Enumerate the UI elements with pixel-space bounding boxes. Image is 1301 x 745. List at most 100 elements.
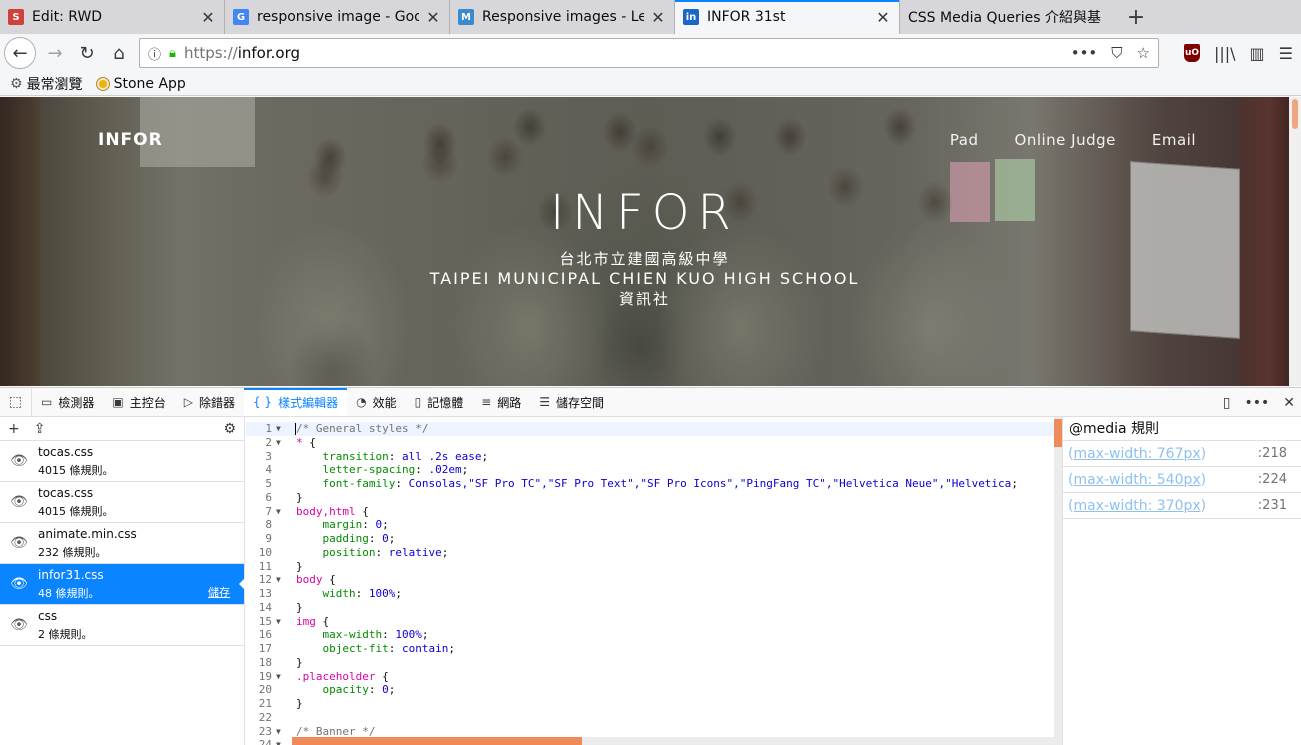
save-stylesheet-link[interactable]: 儲存	[208, 584, 230, 600]
page-scrollbar-thumb[interactable]	[1292, 99, 1298, 129]
fold-toggle-icon[interactable]: ▼	[276, 725, 286, 739]
hero-school-en: TAIPEI MUNICIPAL CHIEN KUO HIGH SCHOOL	[429, 269, 860, 288]
visibility-eye-icon[interactable]: 👁︎	[0, 453, 38, 469]
devtools-tab-inspector[interactable]: ▭ 檢測器	[32, 388, 103, 416]
code-line: 3 transition: all .2s ease;	[246, 450, 1054, 464]
devtools-tab-network[interactable]: ≡ 網路	[472, 388, 530, 416]
stylesheet-item[interactable]: 👁︎ infor31.css 48 條規則。 儲存	[0, 564, 245, 605]
bookmark-most-visited[interactable]: ⚙ 最常瀏覽	[10, 74, 83, 94]
fold-toggle-icon[interactable]: ▼	[276, 573, 286, 587]
tab-close-icon[interactable]: ✕	[875, 8, 891, 27]
code-text: }	[296, 490, 303, 504]
visibility-eye-icon[interactable]: 👁︎	[0, 617, 38, 633]
media-rule-row[interactable]: (max-width: 370px):231	[1063, 493, 1301, 519]
stylesheet-item[interactable]: 👁︎ tocas.css 4015 條規則。	[0, 441, 244, 482]
site-logo[interactable]: INFOR	[98, 130, 163, 150]
browser-tab[interactable]: CSS Media Queries 介紹與基	[900, 0, 1116, 34]
bookmark-stone-app[interactable]: Stone App	[96, 76, 186, 92]
browser-tab[interactable]: S Edit: RWD ✕	[0, 0, 225, 34]
devtools-tab-console[interactable]: ▣ 主控台	[103, 388, 174, 416]
editor-vertical-thumb[interactable]	[1054, 419, 1062, 447]
stylesheet-item[interactable]: 👁︎ css 2 條規則。	[0, 605, 244, 646]
visibility-eye-icon[interactable]: 👁︎	[0, 535, 38, 551]
media-rules-sidebar: @media 規則 (max-width: 767px):218 (max-wid…	[1062, 417, 1301, 745]
fold-toggle-icon[interactable]: ▼	[276, 422, 286, 436]
sidebar-icon[interactable]: ▥	[1250, 44, 1265, 63]
media-rule-condition[interactable]: max-width: 767px	[1073, 446, 1200, 462]
line-number: 7	[265, 504, 272, 518]
dock-side-icon[interactable]: ▯	[1223, 395, 1231, 411]
url-text[interactable]: https://infor.org	[184, 44, 1071, 62]
nav-link-pad[interactable]: Pad	[950, 131, 979, 149]
media-rule-condition[interactable]: max-width: 540px	[1073, 472, 1200, 488]
url-bar[interactable]: ⓘ 🔒︎ https://infor.org ••• ⛉ ☆	[139, 38, 1159, 68]
devtools-tab-performance[interactable]: ◔ 效能	[347, 388, 406, 416]
line-number: 19	[258, 669, 272, 683]
fold-toggle-icon[interactable]: ▼	[276, 670, 286, 684]
media-rule-row[interactable]: (max-width: 540px):224	[1063, 467, 1301, 493]
code-line: 13 width: 100%;	[246, 587, 1054, 601]
visibility-eye-icon[interactable]: 👁︎	[0, 494, 38, 510]
fold-toggle-icon[interactable]: ▼	[276, 505, 286, 519]
tab-close-icon[interactable]: ✕	[425, 8, 441, 27]
media-rule-line[interactable]: :224	[1258, 467, 1287, 493]
fold-toggle-icon[interactable]: ▼	[276, 615, 286, 629]
close-devtools-icon[interactable]: ✕	[1283, 395, 1295, 411]
line-number: 16	[258, 628, 272, 642]
browser-tab[interactable]: Gresponsive image - Goog ✕	[225, 0, 450, 34]
stylesheet-item[interactable]: 👁︎ tocas.css 4015 條規則。	[0, 482, 244, 523]
code-text: body,html {	[296, 504, 369, 518]
home-button[interactable]: ⌂	[104, 38, 134, 68]
fold-toggle-icon[interactable]: ▼	[276, 436, 286, 450]
bookmark-star-icon[interactable]: ☆	[1137, 44, 1150, 62]
devtools-tab-debugger[interactable]: ▷ 除錯器	[175, 388, 244, 416]
devtools-tab-label: 儲存空間	[556, 395, 605, 410]
media-rule-row[interactable]: (max-width: 767px):218	[1063, 441, 1301, 467]
code-editor[interactable]: 1 ▼/* General styles */2 ▼ * {3 transition:…	[246, 417, 1054, 745]
media-rule-line[interactable]: :218	[1258, 441, 1287, 467]
media-rule-condition[interactable]: max-width: 370px	[1073, 498, 1200, 514]
code-line: 19 ▼ .placeholder {	[246, 670, 1054, 684]
more-options-icon[interactable]: •••	[1244, 395, 1269, 411]
element-picker-button[interactable]: ⬚	[0, 388, 32, 416]
info-icon[interactable]: ⓘ	[148, 44, 161, 63]
code-line: 11}	[246, 560, 1054, 574]
editor-vertical-scrollbar[interactable]	[1054, 417, 1062, 745]
devtools-toolbar: ⬚ ▭ 檢測器 ▣ 主控台 ▷ 除錯器 { } 樣式編輯器 ◔ 效能 ▯ 記憶體 ≡ 網路 ☰ 儲存空間	[0, 388, 1301, 417]
new-stylesheet-icon[interactable]: +	[8, 421, 20, 437]
devtools-tab-style-editor[interactable]: { } 樣式編輯器	[243, 388, 348, 416]
code-line: 15 ▼ img {	[246, 615, 1054, 629]
devtools-tab-memory[interactable]: ▯ 記憶體	[406, 388, 473, 416]
browser-tab[interactable]: in INFOR 31st ✕	[675, 0, 900, 34]
debugger-icon: ▷	[183, 395, 193, 409]
ublock-icon[interactable]: uO	[1183, 44, 1200, 62]
browser-tab[interactable]: M Responsive images - Lea ✕	[450, 0, 675, 34]
devtools-tab-storage[interactable]: ☰ 儲存空間	[530, 388, 613, 416]
page-scrollbar[interactable]	[1289, 97, 1301, 386]
element-picker-icon: ⬚	[8, 394, 23, 410]
forward-button[interactable]: →	[40, 38, 70, 68]
code-text: .placeholder {	[296, 669, 389, 683]
library-icon[interactable]: |||\	[1214, 44, 1236, 63]
hero-club-name: 資訊社	[618, 290, 670, 308]
nav-link-online-judge[interactable]: Online Judge	[1015, 131, 1116, 149]
new-tab-button[interactable]: +	[1116, 0, 1156, 34]
code-line: 20 opacity: 0;	[246, 683, 1054, 697]
stylesheet-item[interactable]: 👁︎ animate.min.css 232 條規則。	[0, 523, 244, 564]
tab-close-icon[interactable]: ✕	[200, 8, 216, 27]
tab-close-icon[interactable]: ✕	[650, 8, 666, 27]
import-stylesheet-icon[interactable]: ⇪	[34, 421, 46, 437]
line-number: 22	[258, 710, 272, 724]
media-rule-line[interactable]: :231	[1258, 493, 1287, 519]
pocket-icon[interactable]: ⛉	[1111, 44, 1122, 62]
url-scheme: https://	[183, 44, 238, 62]
tab-title: responsive image - Goog	[257, 9, 419, 25]
stylesheet-rule-count: 4015 條規則。	[38, 463, 114, 477]
reload-button[interactable]: ↻	[72, 38, 102, 68]
menu-icon[interactable]: ☰	[1279, 44, 1293, 63]
visibility-eye-icon[interactable]: 👁︎	[0, 576, 38, 592]
back-button[interactable]: ←	[4, 37, 36, 69]
page-actions-icon[interactable]: •••	[1071, 44, 1098, 62]
settings-gear-icon[interactable]: ⚙	[223, 421, 236, 437]
nav-link-email[interactable]: Email	[1152, 131, 1196, 149]
